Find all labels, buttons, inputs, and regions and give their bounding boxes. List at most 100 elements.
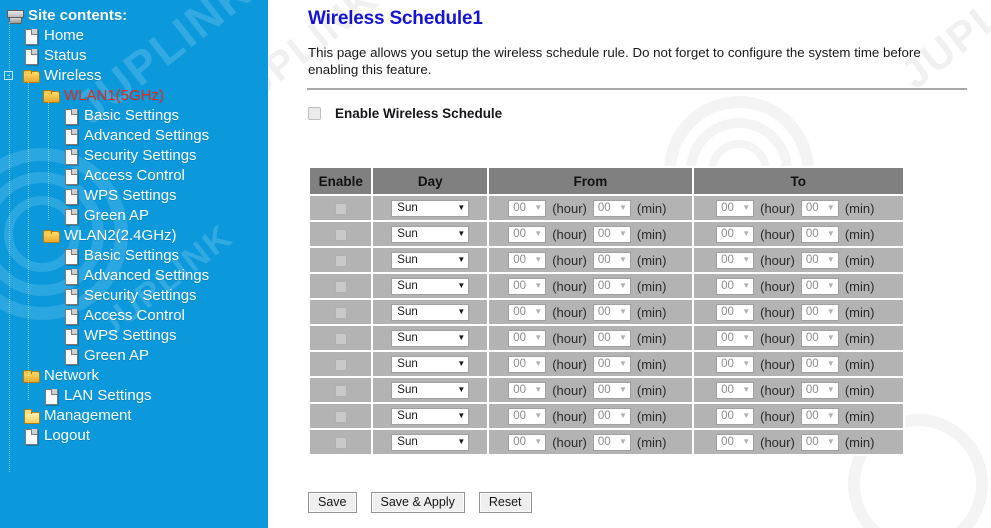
sidebar-item-network[interactable]: Network [0,366,268,386]
day-select[interactable]: Sun ▼ [391,277,470,295]
page-icon [62,267,80,285]
reset-button[interactable]: Reset [478,492,532,513]
chevron-down-icon: ▼ [826,203,835,212]
sidebar-item-management[interactable]: Management [0,406,268,426]
sidebar-item-lan-settings[interactable]: LAN Settings [0,386,268,406]
from-minute-select[interactable]: 00 ▼ [592,329,631,347]
from-hour-select-value: 00 [513,436,526,448]
row-enable-checkbox[interactable] [334,202,347,215]
day-select[interactable]: Sun ▼ [391,199,470,217]
from-hour-select-value: 00 [513,202,526,214]
row-enable-checkbox[interactable] [334,254,347,267]
enable-schedule-row[interactable]: Enable Wireless Schedule [308,106,502,121]
day-select[interactable]: Sun ▼ [391,381,470,399]
from-minute-select[interactable]: 00 ▼ [592,277,631,295]
row-enable-checkbox[interactable] [334,228,347,241]
sidebar-item-wlan1-5ghz[interactable]: WLAN1(5GHz) [0,86,268,106]
sidebar-item-home[interactable]: Home [0,26,268,46]
day-select[interactable]: Sun ▼ [391,225,470,243]
day-cell-wrap: Sun ▼ [373,430,487,454]
sidebar-item-wlan2-2-4ghz[interactable]: WLAN2(2.4GHz) [0,226,268,246]
enable-wireless-schedule-checkbox[interactable] [308,107,321,120]
sidebar-item-wps-settings[interactable]: WPS Settings [0,186,268,206]
to-hour-select[interactable]: 00 ▼ [716,407,755,425]
day-select[interactable]: Sun ▼ [391,433,470,451]
to-minute-select[interactable]: 00 ▼ [800,433,839,451]
row-enable-checkbox[interactable] [334,332,347,345]
day-select[interactable]: Sun ▼ [391,251,470,269]
day-select[interactable]: Sun ▼ [391,407,470,425]
from-hour-select[interactable]: 00 ▼ [508,303,547,321]
to-minute-select[interactable]: 00 ▼ [800,303,839,321]
from-hour-select[interactable]: 00 ▼ [508,433,547,451]
from-hour-select[interactable]: 00 ▼ [508,407,547,425]
from-minute-select[interactable]: 00 ▼ [592,355,631,373]
from-minute-select[interactable]: 00 ▼ [592,381,631,399]
to-hour-select[interactable]: 00 ▼ [716,277,755,295]
to-hour-select[interactable]: 00 ▼ [716,329,755,347]
tree-expander-collapse-icon[interactable]: - [4,71,13,80]
sidebar-item-wireless[interactable]: - Wireless [0,66,268,86]
chevron-down-icon: ▼ [534,281,543,290]
row-enable-checkbox[interactable] [334,384,347,397]
sidebar-item-status[interactable]: Status [0,46,268,66]
sidebar-item-green-ap[interactable]: Green AP [0,346,268,366]
from-minute-select[interactable]: 00 ▼ [592,225,631,243]
row-enable-checkbox[interactable] [334,280,347,293]
to-minute-select[interactable]: 00 ▼ [800,329,839,347]
sidebar-item-basic-settings[interactable]: Basic Settings [0,106,268,126]
from-hour-select[interactable]: 00 ▼ [508,277,547,295]
row-enable-checkbox[interactable] [334,410,347,423]
to-minute-select[interactable]: 00 ▼ [800,251,839,269]
row-enable-cell [310,404,372,428]
to-hour-select[interactable]: 00 ▼ [716,433,755,451]
from-minute-select[interactable]: 00 ▼ [592,251,631,269]
from-minute-select[interactable]: 00 ▼ [592,407,631,425]
from-hour-select[interactable]: 00 ▼ [508,355,547,373]
sidebar-item-wps-settings[interactable]: WPS Settings [0,326,268,346]
sidebar-item-label: Security Settings [84,147,197,164]
sidebar-item-security-settings[interactable]: Security Settings [0,146,268,166]
row-enable-checkbox[interactable] [334,358,347,371]
day-select[interactable]: Sun ▼ [391,329,470,347]
to-hour-select[interactable]: 00 ▼ [716,355,755,373]
to-minute-select[interactable]: 00 ▼ [800,225,839,243]
from-hour-select[interactable]: 00 ▼ [508,329,547,347]
sidebar-item-green-ap[interactable]: Green AP [0,206,268,226]
sidebar-item-access-control[interactable]: Access Control [0,306,268,326]
sidebar-item-logout[interactable]: Logout [0,426,268,446]
to-minute-select-value: 00 [805,410,819,422]
from-hour-select[interactable]: 00 ▼ [508,251,547,269]
sidebar-item-access-control[interactable]: Access Control [0,166,268,186]
day-select[interactable]: Sun ▼ [391,355,470,373]
row-enable-checkbox[interactable] [334,436,347,449]
to-minute-select[interactable]: 00 ▼ [800,381,839,399]
to-minute-select[interactable]: 00 ▼ [800,199,839,217]
save-button[interactable]: Save [308,492,357,513]
sidebar-item-label: Advanced Settings [84,127,210,144]
from-minute-select[interactable]: 00 ▼ [592,303,631,321]
to-hour-select[interactable]: 00 ▼ [716,251,755,269]
sidebar-item-security-settings[interactable]: Security Settings [0,286,268,306]
from-hour-select[interactable]: 00 ▼ [508,225,547,243]
save-apply-button[interactable]: Save & Apply [370,492,465,513]
to-hour-select[interactable]: 00 ▼ [716,199,755,217]
sidebar-item-basic-settings[interactable]: Basic Settings [0,246,268,266]
row-enable-checkbox[interactable] [334,306,347,319]
to-hour-select[interactable]: 00 ▼ [716,225,755,243]
from-minute-select-value: 00 [597,384,611,396]
sidebar-item-advanced-settings[interactable]: Advanced Settings [0,126,268,146]
to-minute-select[interactable]: 00 ▼ [800,355,839,373]
to-hour-select[interactable]: 00 ▼ [716,381,755,399]
to-hour-select[interactable]: 00 ▼ [716,303,755,321]
from-minute-select[interactable]: 00 ▼ [592,433,631,451]
sidebar-item-advanced-settings[interactable]: Advanced Settings [0,266,268,286]
from-minute-select[interactable]: 00 ▼ [592,199,631,217]
from-hour-select[interactable]: 00 ▼ [508,381,547,399]
day-select[interactable]: Sun ▼ [391,303,470,321]
from-hour-select[interactable]: 00 ▼ [508,199,547,217]
to-minute-select[interactable]: 00 ▼ [800,407,839,425]
to-minute-select[interactable]: 00 ▼ [800,277,839,295]
row-day-cell: Sun ▼ [373,248,488,272]
row-day-cell: Sun ▼ [373,430,488,454]
